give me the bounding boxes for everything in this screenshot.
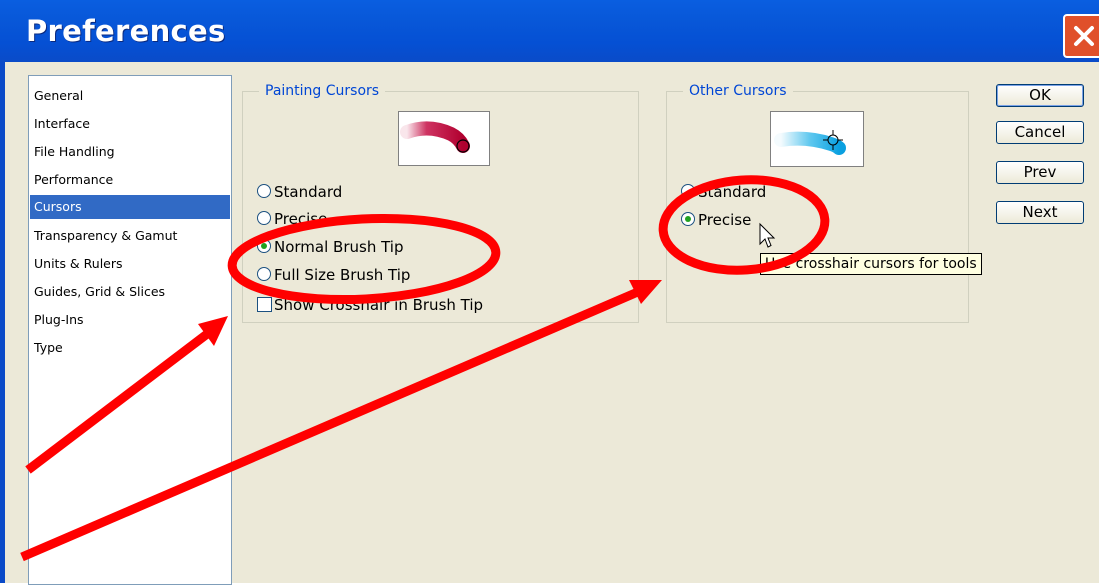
category-interface[interactable]: Interface bbox=[30, 112, 230, 136]
other-cursor-preview bbox=[770, 111, 864, 167]
show-crosshair-checkbox[interactable] bbox=[257, 297, 272, 312]
category-guides-grid-slices[interactable]: Guides, Grid & Slices bbox=[30, 280, 230, 304]
category-performance[interactable]: Performance bbox=[30, 168, 230, 192]
close-button[interactable] bbox=[1063, 14, 1099, 58]
preferences-dialog: Preferences General Interface File Handl… bbox=[0, 0, 1099, 585]
prev-button[interactable]: Prev bbox=[996, 161, 1084, 184]
brush-cursor-preview-icon bbox=[400, 121, 470, 153]
painting-standard-radio[interactable] bbox=[257, 184, 271, 198]
next-button[interactable]: Next bbox=[996, 201, 1084, 224]
painting-full-size-brush-tip-radio[interactable] bbox=[257, 267, 271, 281]
ok-button[interactable]: OK bbox=[996, 84, 1084, 107]
painting-normal-brush-tip-radio[interactable] bbox=[257, 239, 271, 253]
category-type[interactable]: Type bbox=[30, 336, 230, 360]
other-cursors-legend: Other Cursors bbox=[683, 82, 793, 100]
other-precise-radio[interactable] bbox=[681, 212, 695, 226]
cancel-button[interactable]: Cancel bbox=[996, 121, 1084, 144]
other-standard-radio[interactable] bbox=[681, 184, 695, 198]
painting-precise-radio[interactable] bbox=[257, 211, 271, 225]
category-cursors[interactable]: Cursors bbox=[30, 195, 230, 219]
title-bar[interactable]: Preferences bbox=[0, 0, 1099, 62]
tooltip: Use crosshair cursors for tools bbox=[760, 253, 982, 275]
close-icon bbox=[1074, 26, 1094, 46]
precise-cursor-preview-icon bbox=[774, 130, 846, 155]
window-title: Preferences bbox=[26, 14, 226, 48]
category-list[interactable]: General Interface File Handling Performa… bbox=[28, 75, 232, 585]
painting-cursors-legend: Painting Cursors bbox=[259, 82, 386, 100]
category-general[interactable]: General bbox=[30, 84, 230, 108]
category-plug-ins[interactable]: Plug-Ins bbox=[30, 308, 230, 332]
painting-cursor-preview bbox=[398, 111, 490, 166]
category-transparency-gamut[interactable]: Transparency & Gamut bbox=[30, 224, 230, 248]
category-file-handling[interactable]: File Handling bbox=[30, 140, 230, 164]
category-units-rulers[interactable]: Units & Rulers bbox=[30, 252, 230, 276]
